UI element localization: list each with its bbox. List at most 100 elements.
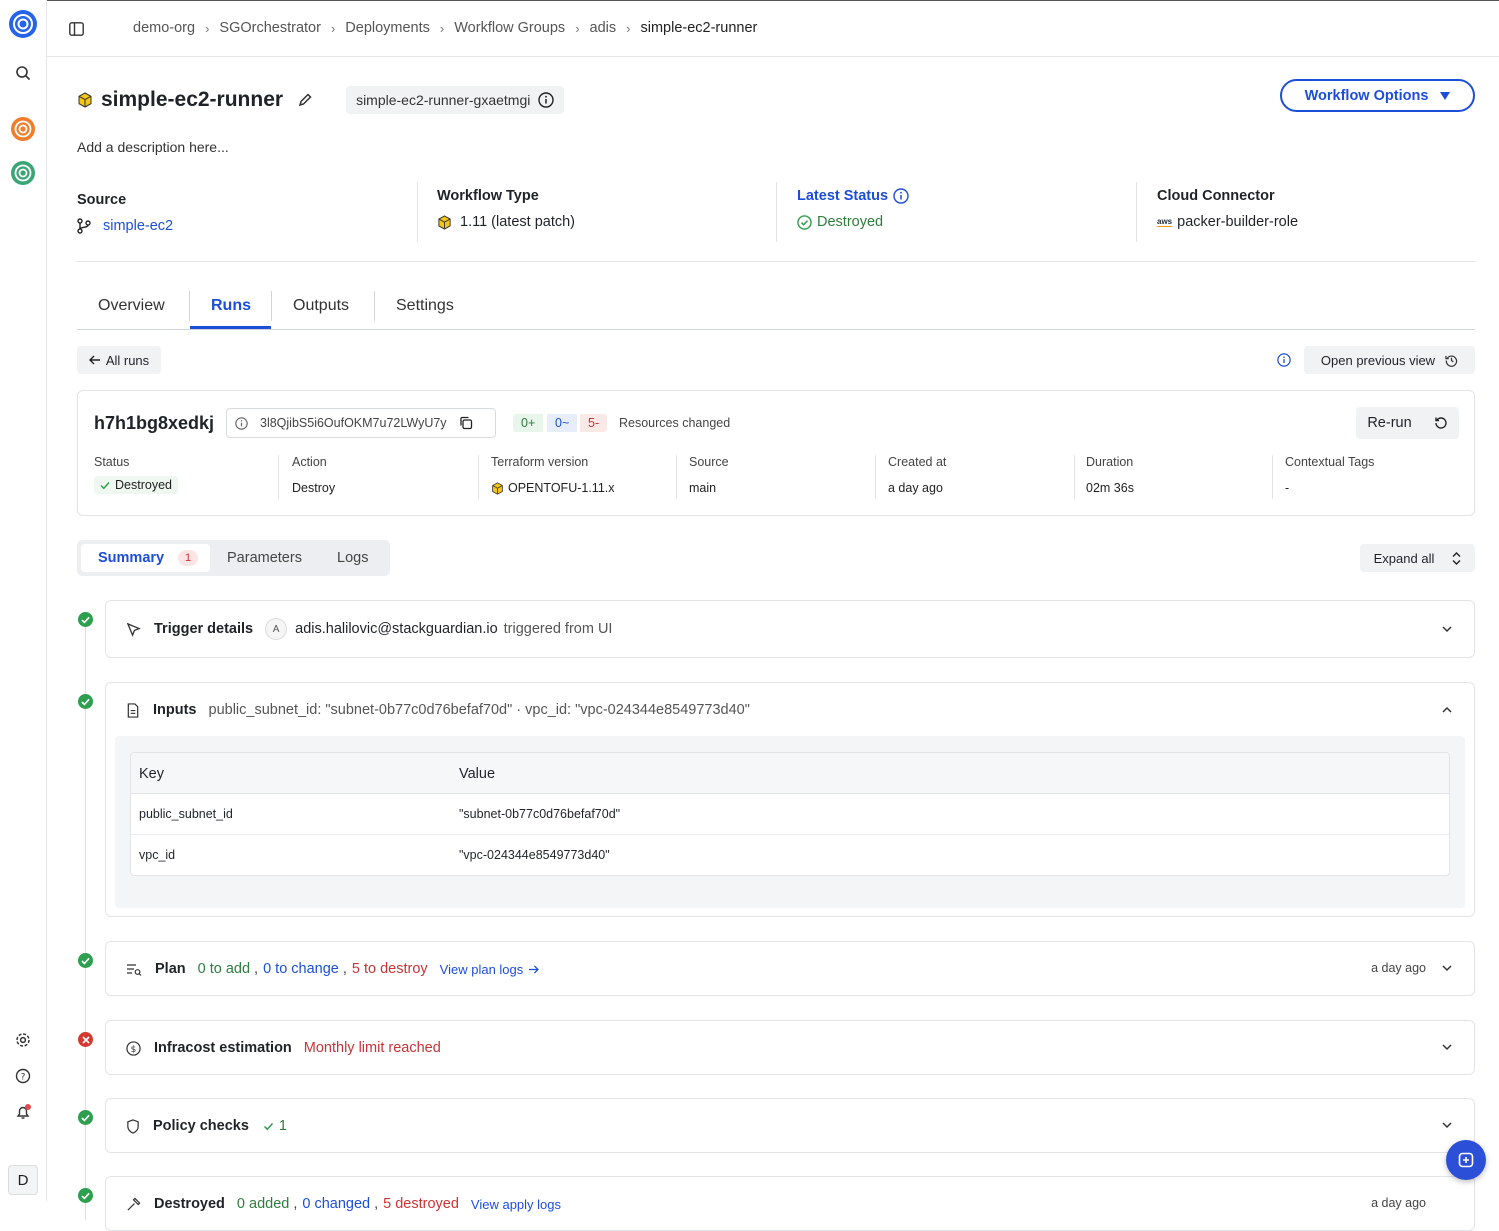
breadcrumb-deployments[interactable]: Deployments [345, 20, 430, 36]
expand-all-label: Expand all [1373, 550, 1435, 566]
info-strip: Source simple-ec2 Workflow Type 1.11 (la… [77, 182, 1475, 262]
orchestrator-app-icon[interactable] [8, 114, 38, 144]
hammer-icon [126, 1197, 141, 1212]
plan-destroy-count: 5 to destroy [351, 961, 428, 977]
tab-runs[interactable]: Runs [211, 297, 251, 315]
sidebar-toggle-icon[interactable] [69, 22, 84, 41]
user-avatar[interactable]: D [8, 1165, 38, 1195]
info-icon [235, 416, 248, 430]
secondary-app-icon[interactable] [8, 158, 38, 188]
chevron-down-icon[interactable] [1440, 622, 1454, 636]
inputs-header[interactable]: Inputs public_subnet_id: "subnet-0b77c0d… [126, 683, 750, 737]
policy-checks-card[interactable]: Policy checks 1 [105, 1098, 1475, 1153]
copy-icon[interactable] [459, 416, 473, 430]
inputs-card: Inputs public_subnet_id: "subnet-0b77c0d… [105, 682, 1475, 917]
tab-settings[interactable]: Settings [396, 297, 454, 315]
rerun-label: Re-run [1367, 415, 1412, 431]
plan-separator: , [342, 961, 347, 977]
created-at-value[interactable]: a day ago [888, 481, 1074, 495]
subtab-logs[interactable]: Logs [337, 550, 368, 566]
open-previous-view-button[interactable]: Open previous view [1304, 346, 1475, 374]
table-header-value: Value [459, 766, 496, 782]
workflow-options-label: Workflow Options [1304, 87, 1429, 104]
cursor-pointer-icon [126, 622, 141, 637]
subtab-parameters[interactable]: Parameters [227, 550, 302, 566]
plan-card[interactable]: Plan 0 to add , 0 to change , 5 to destr… [105, 941, 1475, 996]
help-icon[interactable]: ? [8, 1061, 38, 1091]
trigger-details-card[interactable]: Trigger details A adis.halilovic@stackgu… [105, 600, 1475, 658]
inputs-title: Inputs [153, 702, 197, 718]
breadcrumb-workflow-groups[interactable]: Workflow Groups [454, 20, 565, 36]
chevron-down-icon[interactable] [1440, 1040, 1454, 1054]
view-plan-logs-link[interactable]: View plan logs [440, 962, 524, 977]
source-branch-link[interactable]: main [689, 481, 875, 495]
caret-down-icon [1440, 91, 1451, 100]
add-count-badge: 0+ [513, 414, 544, 432]
all-runs-button[interactable]: All runs [77, 346, 161, 374]
row-key: vpc_id [139, 848, 176, 862]
svg-text:$: $ [131, 1044, 137, 1054]
destroyed-destroyed-count: 5 destroyed [383, 1196, 459, 1212]
terraform-cube-icon [437, 214, 452, 230]
subtab-summary[interactable]: Summary 1 [81, 544, 210, 572]
breadcrumb: demo-org › SGOrchestrator › Deployments › W… [133, 20, 757, 36]
destroyed-card[interactable]: Destroyed 0 added , 0 changed , 5 destro… [105, 1176, 1475, 1231]
destroyed-added-count: 0 added [236, 1196, 290, 1212]
document-icon [126, 702, 140, 718]
tab-bar: Overview Runs Outputs Settings [77, 287, 1475, 330]
trigger-user-email: adis.halilovic@stackguardian.io [295, 621, 498, 637]
plan-title: Plan [155, 961, 186, 977]
description-text[interactable]: Add a description here... [77, 139, 229, 155]
step-failed-icon [78, 1032, 93, 1047]
table-row: vpc_id "vpc-024344e8549773d40" [131, 835, 1449, 875]
open-previous-view-label: Open previous view [1320, 352, 1436, 368]
workflow-id-text: simple-ec2-runner-gxaetmgi [356, 92, 531, 108]
inputs-table: Key Value public_subnet_id "subnet-0b77c… [130, 752, 1450, 876]
chevron-right-icon: › [439, 20, 445, 36]
info-icon[interactable] [1277, 353, 1291, 367]
summary-count-badge: 1 [178, 550, 199, 566]
timeline-line [85, 620, 86, 1220]
tab-overview[interactable]: Overview [98, 297, 165, 315]
chevron-up-icon[interactable] [1440, 703, 1454, 717]
breadcrumb-org[interactable]: demo-org [133, 20, 195, 36]
chevron-right-icon: › [330, 20, 336, 36]
info-icon[interactable] [538, 92, 555, 108]
support-chat-button[interactable] [1446, 1140, 1486, 1180]
breadcrumb-group[interactable]: adis [590, 20, 617, 36]
tab-outputs[interactable]: Outputs [293, 297, 349, 315]
notifications-bell-icon[interactable] [8, 1097, 38, 1127]
workflow-options-button[interactable]: Workflow Options [1280, 79, 1475, 112]
policy-passed-count: 1 [278, 1118, 287, 1134]
contextual-tags-value: - [1285, 481, 1290, 495]
source-label: Source [77, 192, 127, 208]
row-value: "subnet-0b77c0d76befaf70d" [459, 807, 621, 821]
chevron-down-icon[interactable] [1440, 1118, 1454, 1132]
source-link[interactable]: simple-ec2 [103, 218, 173, 234]
terraform-version-value: OPENTOFU-1.11.x [508, 481, 615, 495]
info-icon[interactable] [893, 188, 909, 204]
aws-logo-icon: aws [1157, 216, 1173, 227]
page-title: simple-ec2-runner [101, 88, 284, 111]
run-hash-box: 3l8QjibS5i6OufOKM7u72LWyU7y [226, 408, 496, 438]
infracost-card[interactable]: $ Infracost estimation Monthly limit rea… [105, 1020, 1475, 1075]
breadcrumb-product[interactable]: SGOrchestrator [219, 20, 321, 36]
destroyed-separator: , [293, 1196, 298, 1212]
plan-time: a day ago [1371, 961, 1426, 975]
rerun-button[interactable]: Re-run [1356, 407, 1459, 439]
latest-status-value: Destroyed [817, 214, 884, 230]
chevron-right-icon: › [205, 20, 210, 36]
chevron-down-icon[interactable] [1440, 961, 1454, 975]
app-logo-icon[interactable] [8, 9, 38, 39]
table-row: public_subnet_id "subnet-0b77c0d76befaf7… [131, 794, 1449, 835]
settings-gear-icon[interactable] [8, 1025, 38, 1055]
inputs-body: Key Value public_subnet_id "subnet-0b77c… [115, 736, 1465, 908]
status-value: Destroyed [115, 478, 172, 492]
step-success-icon [78, 1110, 93, 1125]
expand-all-button[interactable]: Expand all [1360, 544, 1475, 572]
view-apply-logs-link[interactable]: View apply logs [471, 1197, 561, 1212]
terraform-version-col-label: Terraform version [491, 455, 589, 469]
edit-pencil-icon[interactable] [297, 92, 313, 108]
search-icon[interactable] [8, 58, 38, 88]
row-value: "vpc-024344e8549773d40" [459, 848, 610, 862]
